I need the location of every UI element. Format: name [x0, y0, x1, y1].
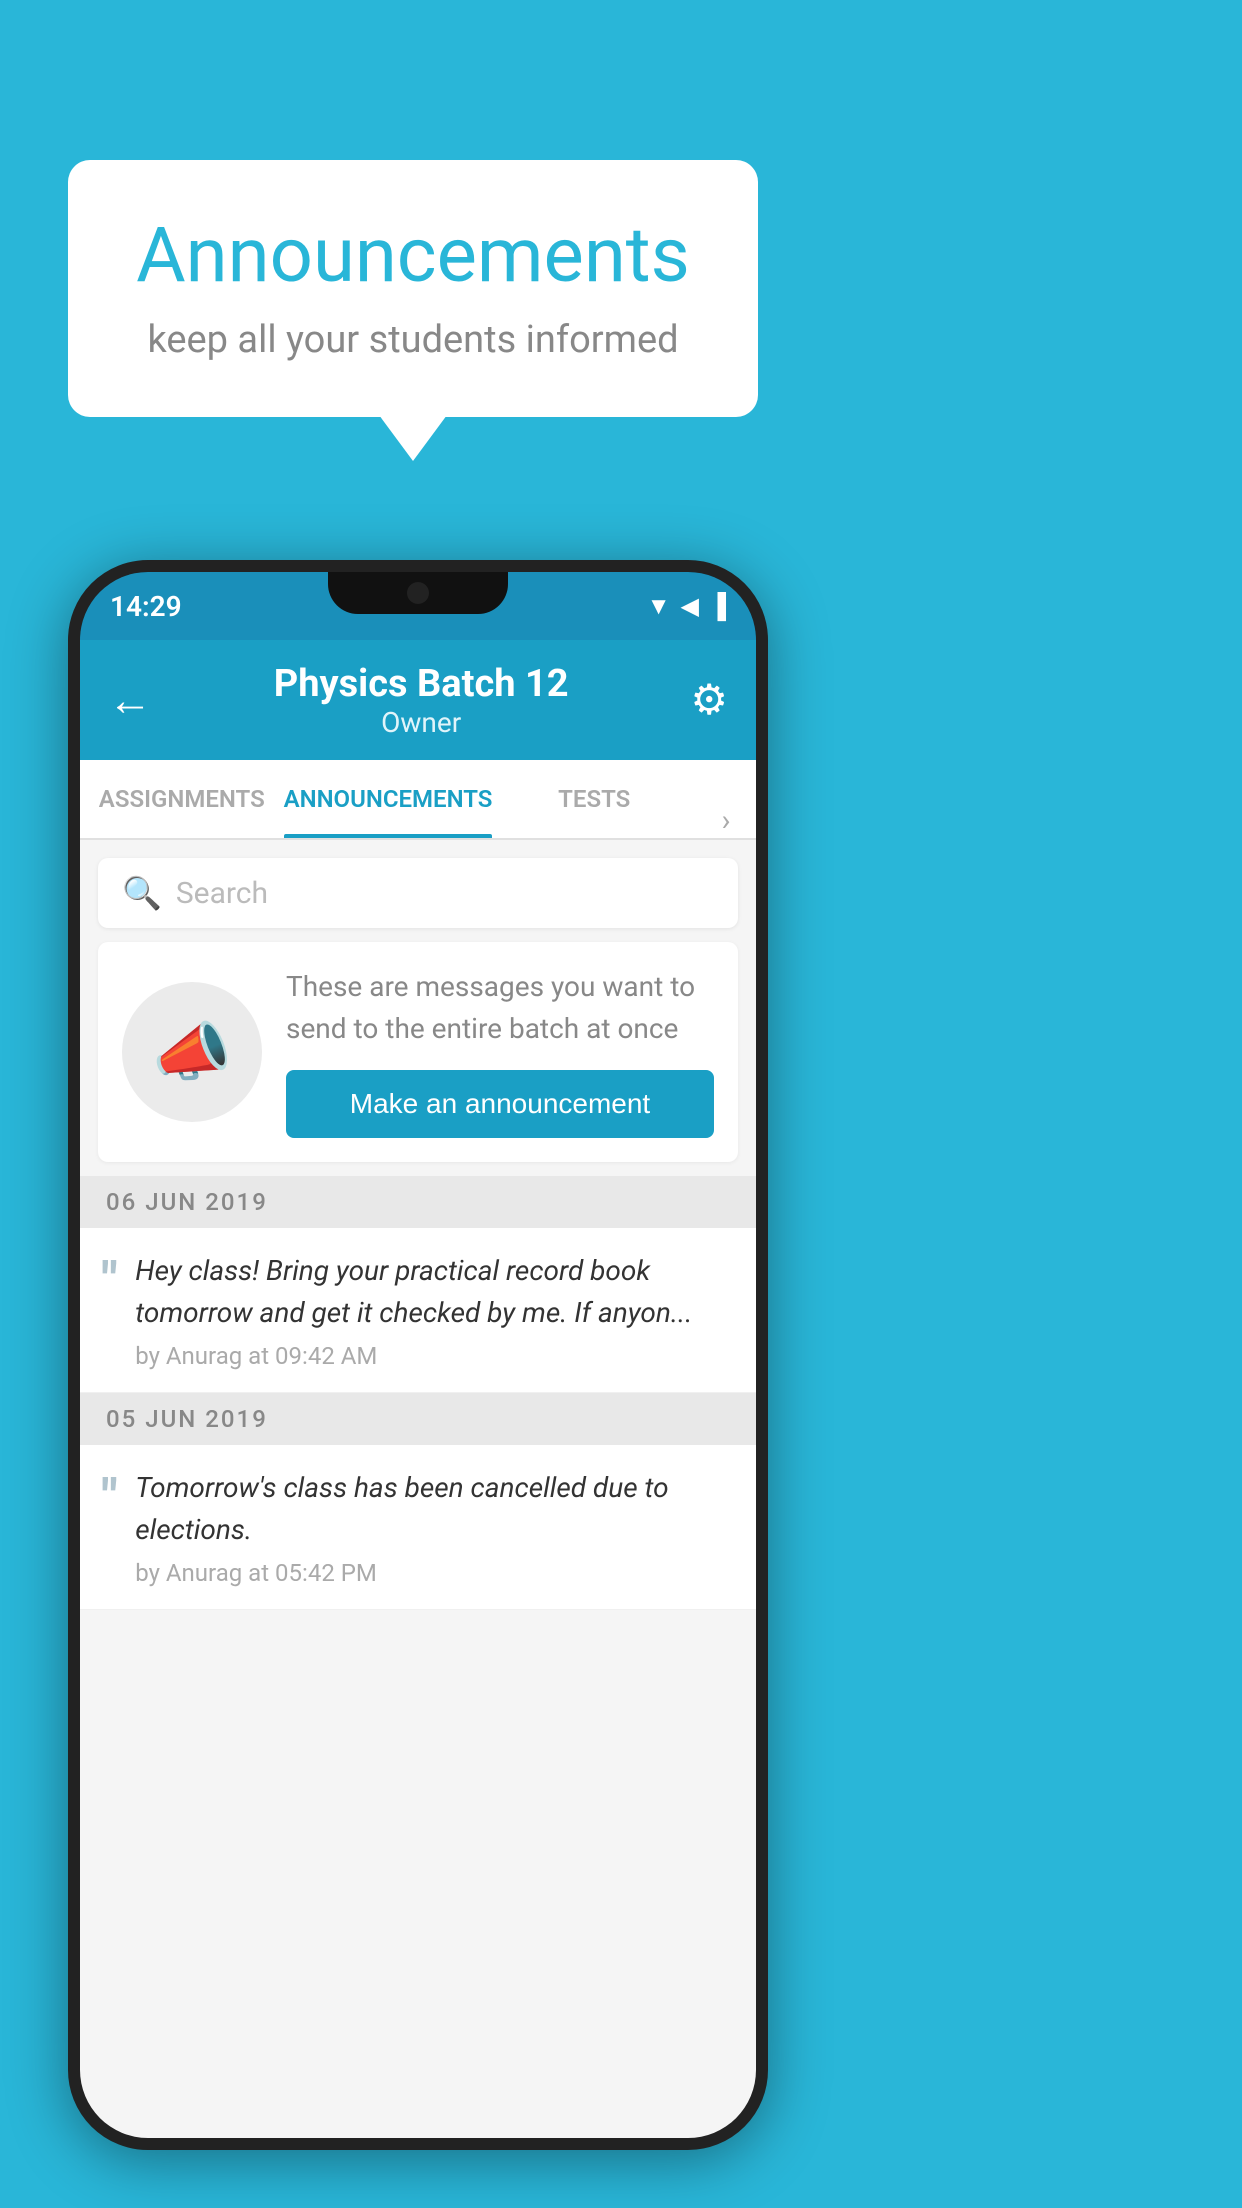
quote-icon-1: " — [102, 1256, 117, 1304]
announcement-text-1: Hey class! Bring your practical record b… — [135, 1250, 734, 1370]
announcements-subtitle: keep all your students informed — [128, 318, 698, 362]
phone-camera — [407, 582, 429, 604]
status-time: 14:29 — [110, 590, 182, 623]
announcement-text-2: Tomorrow's class has been cancelled due … — [135, 1467, 734, 1587]
megaphone-circle: 📣 — [122, 982, 262, 1122]
tab-assignments[interactable]: ASSIGNMENTS — [80, 760, 284, 838]
announcement-description: These are messages you want to send to t… — [286, 966, 714, 1050]
app-header: ← Physics Batch 12 Owner ⚙ — [80, 640, 756, 760]
tab-announcements[interactable]: ANNOUNCEMENTS — [284, 760, 493, 838]
search-icon: 🔍 — [122, 874, 162, 912]
back-button[interactable]: ← — [108, 674, 152, 726]
search-bar[interactable]: 🔍 Search — [98, 858, 738, 928]
header-subtitle: Owner — [274, 706, 569, 739]
tab-more[interactable]: › — [696, 803, 756, 838]
megaphone-icon: 📣 — [152, 1015, 232, 1090]
phone-mockup: 14:29 ▼ ◀ ▐ ← Physics Batch 12 Owner ⚙ A… — [68, 560, 768, 2150]
phone-notch — [328, 572, 508, 614]
announcement-message-1: Hey class! Bring your practical record b… — [135, 1250, 734, 1334]
battery-icon: ▐ — [709, 592, 726, 621]
gear-icon[interactable]: ⚙ — [690, 675, 728, 725]
announcement-message-2: Tomorrow's class has been cancelled due … — [135, 1467, 734, 1551]
announcement-item-2[interactable]: " Tomorrow's class has been cancelled du… — [80, 1445, 756, 1610]
speech-bubble-card: Announcements keep all your students inf… — [68, 160, 758, 417]
make-announcement-button[interactable]: Make an announcement — [286, 1070, 714, 1138]
wifi-icon: ▼ — [647, 592, 671, 621]
quote-icon-2: " — [102, 1473, 117, 1521]
tab-tests[interactable]: TESTS — [492, 760, 696, 838]
date-separator-1: 06 JUN 2019 — [80, 1176, 756, 1228]
tabs-bar: ASSIGNMENTS ANNOUNCEMENTS TESTS › — [80, 760, 756, 840]
search-placeholder: Search — [176, 876, 268, 911]
header-title: Physics Batch 12 — [274, 662, 569, 706]
announcement-meta-1: by Anurag at 09:42 AM — [135, 1342, 734, 1370]
signal-icon: ◀ — [681, 592, 699, 620]
status-icons: ▼ ◀ ▐ — [647, 592, 726, 621]
phone-content: 🔍 Search 📣 These are messages you want t… — [80, 840, 756, 2138]
announcement-promo-card: 📣 These are messages you want to send to… — [98, 942, 738, 1162]
announcements-title: Announcements — [128, 210, 698, 300]
announcement-info: These are messages you want to send to t… — [286, 966, 714, 1138]
announcement-item-1[interactable]: " Hey class! Bring your practical record… — [80, 1228, 756, 1393]
header-center: Physics Batch 12 Owner — [274, 662, 569, 739]
date-separator-2: 05 JUN 2019 — [80, 1393, 756, 1445]
announcement-meta-2: by Anurag at 05:42 PM — [135, 1559, 734, 1587]
